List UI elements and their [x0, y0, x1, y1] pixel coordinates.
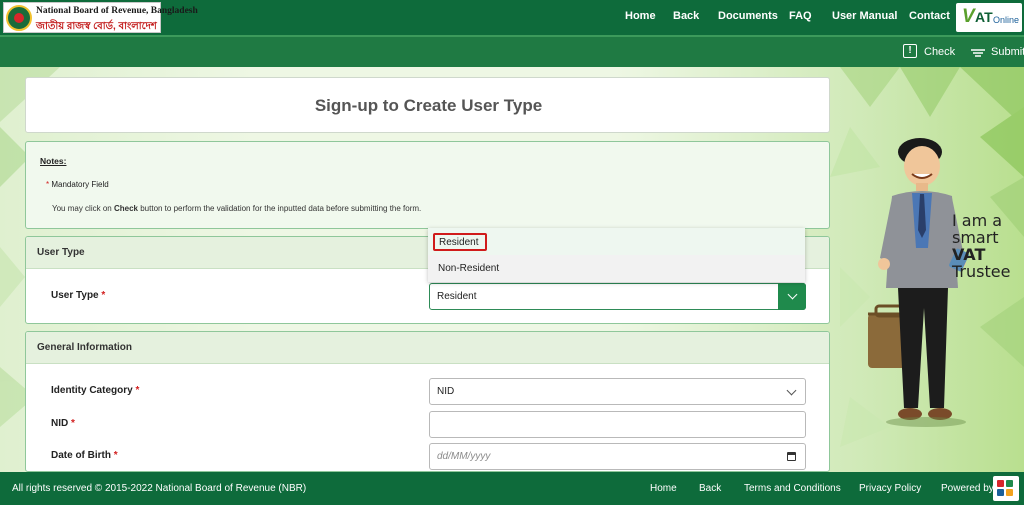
logo-text-bangla: জাতীয় রাজস্ব বোর্ড, বাংলাদেশ	[36, 21, 157, 32]
identity-category-label: Identity Category *	[51, 385, 139, 396]
date-of-birth-input[interactable]: dd/MM/yyyy	[429, 443, 806, 470]
slogan-line-3: VAT	[952, 245, 986, 264]
notes-heading: Notes:	[40, 156, 67, 166]
user-type-dropdown-button[interactable]	[778, 283, 806, 310]
user-type-select[interactable]: Resident	[429, 283, 806, 310]
user-type-label: User Type *	[51, 290, 105, 301]
user-type-dropdown-list: Resident Non-Resident	[428, 228, 805, 282]
instruction-bold: Check	[113, 204, 138, 213]
identity-category-select[interactable]: NID	[429, 378, 806, 405]
nav-user-manual[interactable]: User Manual	[832, 10, 897, 22]
vat-online-logo[interactable]: V AT Online	[956, 3, 1022, 32]
check-icon[interactable]: !	[903, 44, 917, 58]
top-navbar: National Board of Revenue, Bangladesh জা…	[0, 0, 1024, 35]
nbr-logo[interactable]: National Board of Revenue, Bangladesh জা…	[3, 2, 198, 33]
powered-by-logo[interactable]	[993, 476, 1019, 501]
nav-contact[interactable]: Contact	[909, 10, 950, 22]
vat-logo-at: AT	[975, 9, 993, 25]
identity-category-label-text: Identity Category	[51, 385, 133, 396]
footer-link-privacy[interactable]: Privacy Policy	[859, 483, 921, 494]
nid-required-star: *	[71, 418, 75, 429]
date-of-birth-label-text: Date of Birth	[51, 450, 111, 461]
footer-link-back[interactable]: Back	[699, 483, 721, 494]
submit-icon[interactable]	[970, 47, 986, 59]
general-information-section: General Information Identity Category * …	[25, 331, 830, 472]
slogan-line-2: smart	[952, 228, 999, 247]
check-instruction: You may click on Check button to perform…	[52, 204, 421, 213]
slogan-line-4: Trustee	[952, 262, 1011, 281]
check-button[interactable]: Check	[924, 46, 955, 58]
page-title: Sign-up to Create User Type	[314, 96, 543, 115]
vat-trustee-mascot-illustration	[868, 138, 969, 427]
nav-back[interactable]: Back	[673, 10, 699, 22]
calendar-icon[interactable]	[787, 452, 796, 461]
footer-link-terms[interactable]: Terms and Conditions	[744, 483, 841, 494]
mandatory-note: * Mandatory Field	[46, 180, 109, 189]
date-of-birth-label: Date of Birth *	[51, 450, 118, 461]
nid-label: NID *	[51, 418, 75, 429]
date-of-birth-required-star: *	[113, 450, 118, 461]
title-panel: Sign-up to Create User Type	[25, 77, 830, 133]
nav-faq[interactable]: FAQ	[789, 10, 812, 22]
nid-label-text: NID	[51, 418, 69, 429]
mandatory-text: Mandatory Field	[51, 180, 109, 189]
footer-copyright: All rights reserved © 2015-2022 National…	[12, 483, 307, 494]
footer-link-home[interactable]: Home	[650, 483, 677, 494]
notes-panel: Notes: * Mandatory Field You may click o…	[25, 141, 830, 229]
footer: All rights reserved © 2015-2022 National…	[0, 472, 1024, 505]
instruction-post: button to perform the validation for the…	[140, 204, 422, 213]
submit-button[interactable]: Submit	[991, 46, 1024, 58]
instruction-pre: You may click on	[52, 204, 112, 213]
identity-category-required-star: *	[135, 385, 140, 396]
date-of-birth-placeholder: dd/MM/yyyy	[437, 451, 491, 462]
chevron-down-icon	[786, 385, 797, 396]
vat-logo-v: V	[962, 6, 975, 27]
highlighted-option-box[interactable]: Resident	[433, 233, 487, 251]
identity-category-value: NID	[437, 386, 455, 397]
dropdown-option-resident[interactable]: Resident	[428, 228, 805, 255]
user-type-required-star: *	[101, 290, 106, 301]
general-information-heading: General Information	[26, 332, 829, 364]
nid-input[interactable]	[429, 411, 806, 438]
nav-home[interactable]: Home	[625, 10, 656, 22]
nav-documents[interactable]: Documents	[718, 10, 778, 22]
user-type-selected-value: Resident	[437, 291, 477, 302]
action-bar: ! Check Submit	[0, 35, 1024, 67]
footer-powered-by: Powered by	[941, 483, 994, 494]
bangladesh-seal-icon	[6, 5, 32, 31]
user-type-label-text: User Type	[51, 290, 99, 301]
mandatory-star: *	[46, 180, 50, 189]
vat-logo-online: Online	[993, 15, 1020, 25]
dropdown-option-non-resident[interactable]: Non-Resident	[428, 255, 805, 282]
chevron-down-icon	[787, 289, 798, 300]
logo-text-english: National Board of Revenue, Bangladesh	[36, 6, 198, 16]
mascot-slogan: I am a smart VAT Trustee	[952, 212, 1010, 280]
slogan-line-1: I am a	[952, 211, 1003, 230]
